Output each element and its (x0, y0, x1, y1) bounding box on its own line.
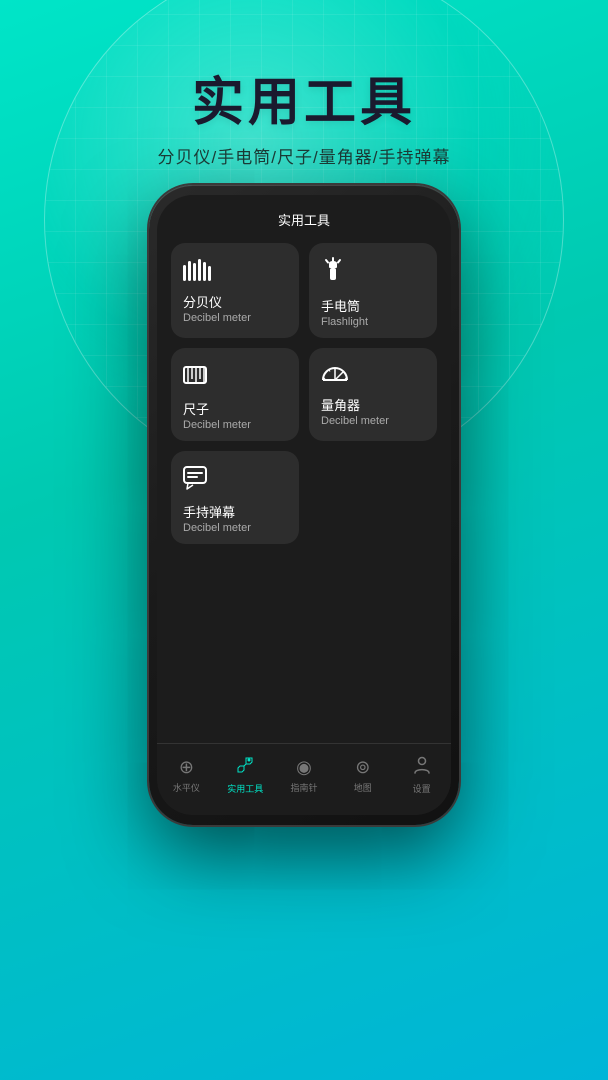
protractor-name-en: Decibel meter (321, 415, 425, 427)
bullet-name-cn: 手持弹幕 (183, 502, 287, 521)
phone-outer: 实用工具 分贝仪 (149, 185, 459, 825)
phone-screen: 实用工具 分贝仪 (157, 195, 451, 815)
tool-card-ruler[interactable]: 尺子 Decibel meter (171, 348, 299, 441)
header-area: 实用工具 分贝仪/手电筒/尺子/量角器/手持弹幕 (0, 60, 608, 168)
level-nav-label: 水平仪 (173, 781, 200, 794)
tools-grid: 分贝仪 Decibel meter (157, 235, 451, 552)
tool-card-flashlight[interactable]: 手电筒 Flashlight (309, 243, 437, 338)
nav-item-level[interactable]: ⊕ 水平仪 (157, 757, 216, 794)
map-nav-icon: ⊚ (355, 757, 370, 778)
flashlight-icon (321, 257, 425, 290)
phone-mockup: 实用工具 分贝仪 (149, 185, 459, 825)
ruler-name-en: Decibel meter (183, 419, 287, 431)
nav-item-map[interactable]: ⊚ 地图 (333, 757, 392, 794)
decibel-name-en: Decibel meter (183, 312, 287, 324)
screen-header: 实用工具 (157, 195, 451, 235)
flashlight-name-cn: 手电筒 (321, 296, 425, 315)
settings-nav-label: 设置 (413, 782, 431, 795)
tool-card-protractor[interactable]: 量角器 Decibel meter (309, 348, 437, 441)
decibel-name-cn: 分贝仪 (183, 292, 287, 311)
decibel-icon (183, 257, 287, 286)
nav-item-tools[interactable]: 实用工具 (216, 756, 275, 795)
settings-nav-icon (414, 756, 430, 779)
bullet-icon (183, 465, 287, 496)
nav-item-compass[interactable]: ◉ 指南针 (275, 757, 334, 794)
nav-item-settings[interactable]: 设置 (392, 756, 451, 795)
main-title: 实用工具 (0, 60, 608, 135)
bottom-nav: ⊕ 水平仪 实用工具 ◉ 指南针 (157, 743, 451, 815)
flashlight-name-en: Flashlight (321, 316, 425, 328)
map-nav-label: 地图 (354, 781, 372, 794)
screen-title: 实用工具 (278, 210, 330, 229)
level-nav-icon: ⊕ (179, 757, 194, 778)
bullet-name-en: Decibel meter (183, 522, 287, 534)
tools-nav-icon (236, 756, 254, 779)
compass-nav-label: 指南针 (290, 781, 317, 794)
compass-nav-icon: ◉ (296, 757, 312, 778)
tool-card-decibel[interactable]: 分贝仪 Decibel meter (171, 243, 299, 338)
ruler-name-cn: 尺子 (183, 399, 287, 418)
tools-nav-label: 实用工具 (227, 782, 263, 795)
protractor-icon (321, 362, 425, 389)
sub-title: 分贝仪/手电筒/尺子/量角器/手持弹幕 (0, 143, 608, 168)
protractor-name-cn: 量角器 (321, 395, 425, 414)
tool-card-bullet[interactable]: 手持弹幕 Decibel meter (171, 451, 299, 544)
ruler-icon (183, 362, 287, 393)
